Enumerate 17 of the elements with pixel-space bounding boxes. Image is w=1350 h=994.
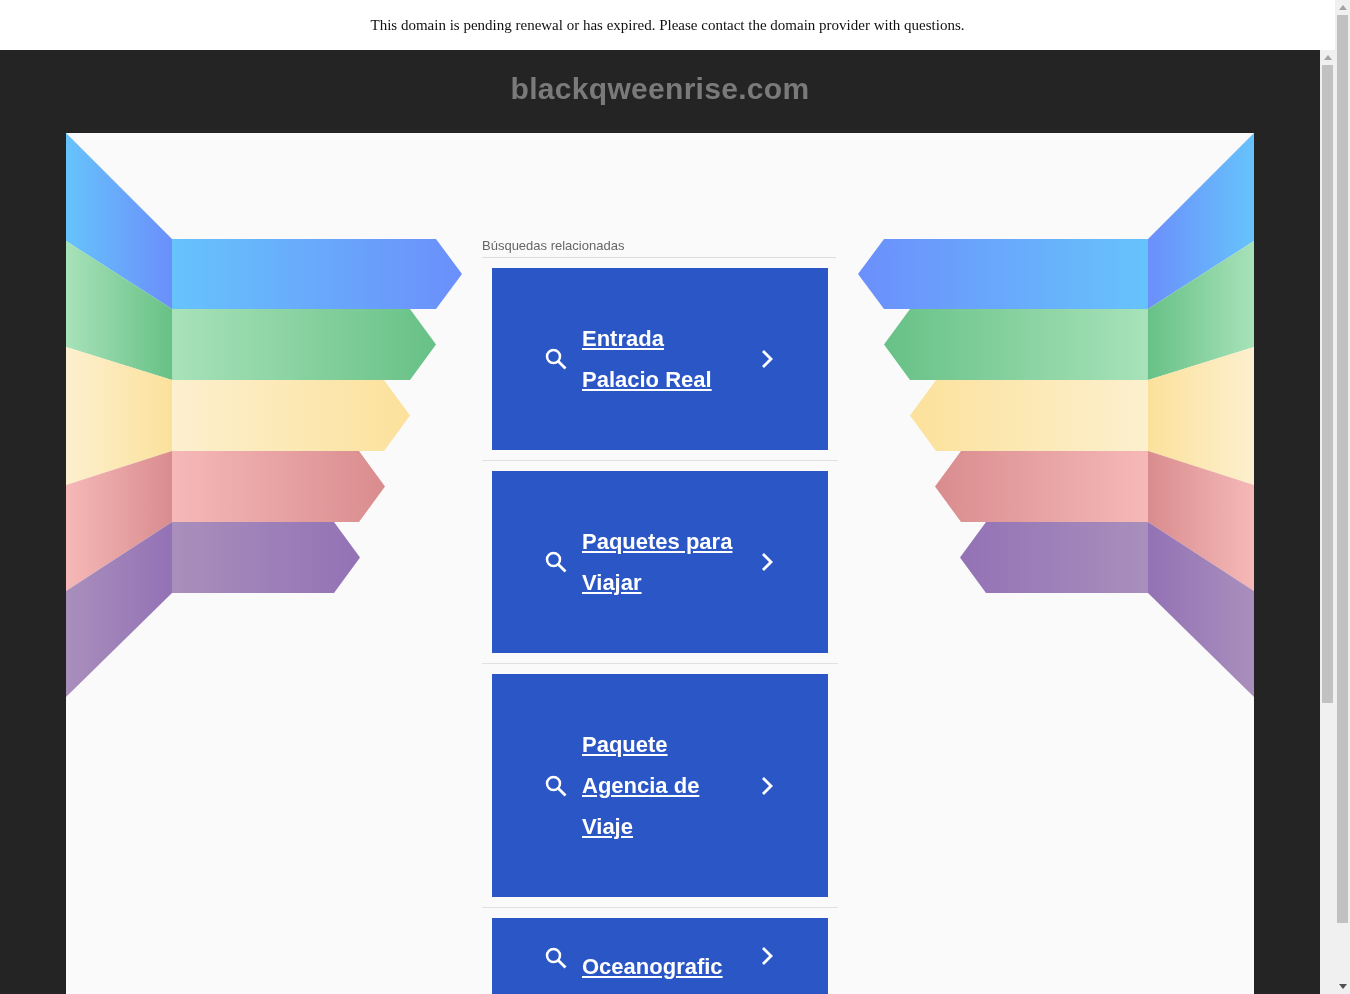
chevron-right-icon: [761, 552, 773, 572]
section-heading: Búsquedas relacionadas: [482, 238, 836, 258]
search-link[interactable]: Oceanografic: [492, 918, 828, 994]
chevron-right-icon: [761, 775, 773, 796]
search-icon: [544, 773, 568, 798]
search-link[interactable]: Paquete Agencia de Viaje: [492, 674, 828, 897]
search-icon: [544, 550, 568, 574]
notice-text: This domain is pending renewal or has expired. Please contact the domain provider with questions.: [370, 16, 965, 34]
site-title: blackqweenrise.com: [510, 72, 810, 107]
search-icon: [544, 347, 568, 371]
chevron-right-icon: [761, 349, 773, 369]
scrollbar[interactable]: [1335, 0, 1350, 994]
search-link[interactable]: Entrada Palacio Real: [492, 268, 828, 450]
search-icon: [544, 946, 568, 970]
scrollbar[interactable]: [1320, 50, 1335, 994]
chevron-right-icon: [761, 946, 773, 966]
search-link[interactable]: Paquetes para Viajar: [492, 471, 828, 653]
